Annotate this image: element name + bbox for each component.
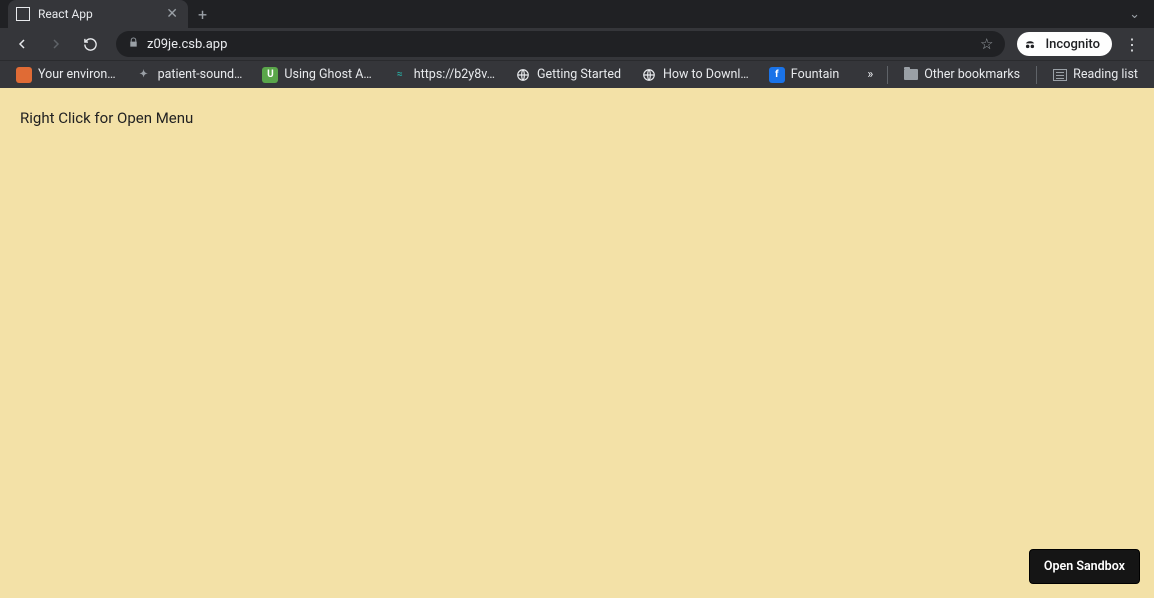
browser-toolbar: z09je.csb.app ☆ Incognito ⋮ <box>0 28 1154 60</box>
incognito-icon <box>1021 35 1039 53</box>
bookmark-item[interactable]: Getting Started <box>507 64 629 86</box>
bookmark-favicon-icon: ✦ <box>136 67 152 83</box>
page-content[interactable]: Right Click for Open Menu Open Sandbox <box>0 88 1154 598</box>
page-body-text: Right Click for Open Menu <box>20 109 193 127</box>
bookmark-item[interactable]: U Using Ghost A… <box>254 64 379 86</box>
bookmark-favicon-icon <box>16 67 32 83</box>
browser-tab[interactable]: React App ✕ <box>8 0 188 28</box>
tab-title: React App <box>38 7 158 21</box>
window-caret-icon[interactable]: ⌄ <box>1129 7 1154 22</box>
tab-favicon-icon <box>16 7 30 21</box>
separator <box>1036 66 1037 84</box>
browser-menu-button[interactable]: ⋮ <box>1118 35 1146 54</box>
url-text: z09je.csb.app <box>147 37 972 52</box>
reload-button[interactable] <box>76 30 104 58</box>
lock-icon <box>128 37 139 51</box>
new-tab-button[interactable]: + <box>188 5 217 24</box>
bookmark-label: patient-sound… <box>158 67 243 82</box>
bookmark-favicon-icon: U <box>262 67 278 83</box>
incognito-label: Incognito <box>1045 37 1100 52</box>
bookmark-label: https://b2y8v… <box>414 67 495 82</box>
tab-bar: React App ✕ + ⌄ <box>0 0 1154 28</box>
bookmark-label: Your environ… <box>38 67 116 82</box>
bookmark-item[interactable]: Your environ… <box>8 64 124 86</box>
bookmark-bar: Your environ… ✦ patient-sound… U Using G… <box>0 60 1154 88</box>
reading-list-label: Reading list <box>1073 67 1138 82</box>
bookmark-item[interactable]: ✦ patient-sound… <box>128 64 251 86</box>
bookmark-overflow-button[interactable]: » <box>861 67 879 82</box>
back-button[interactable] <box>8 30 36 58</box>
bookmark-item[interactable]: f Fountain <box>761 64 848 86</box>
close-tab-icon[interactable]: ✕ <box>166 6 178 22</box>
other-bookmarks-label: Other bookmarks <box>924 67 1020 82</box>
globe-icon <box>641 67 657 83</box>
forward-button[interactable] <box>42 30 70 58</box>
bookmark-item[interactable]: How to Downl… <box>633 64 757 86</box>
address-bar[interactable]: z09je.csb.app ☆ <box>116 31 1005 57</box>
bookmark-favicon-icon: f <box>769 67 785 83</box>
incognito-indicator[interactable]: Incognito <box>1017 32 1112 56</box>
bookmark-item[interactable]: ≈ https://b2y8v… <box>384 64 503 86</box>
folder-icon <box>904 69 918 80</box>
bookmark-label: Getting Started <box>537 67 621 82</box>
globe-icon <box>515 67 531 83</box>
bookmark-label: Fountain <box>791 67 840 82</box>
bookmark-label: Using Ghost A… <box>284 67 371 82</box>
reading-list-button[interactable]: Reading list <box>1045 64 1146 85</box>
open-sandbox-button[interactable]: Open Sandbox <box>1029 549 1140 584</box>
bookmark-star-icon[interactable]: ☆ <box>980 35 993 53</box>
other-bookmarks-button[interactable]: Other bookmarks <box>896 64 1028 85</box>
bookmark-label: How to Downl… <box>663 67 749 82</box>
bookmark-favicon-icon: ≈ <box>392 67 408 83</box>
reading-list-icon <box>1053 69 1067 81</box>
separator <box>887 66 888 84</box>
